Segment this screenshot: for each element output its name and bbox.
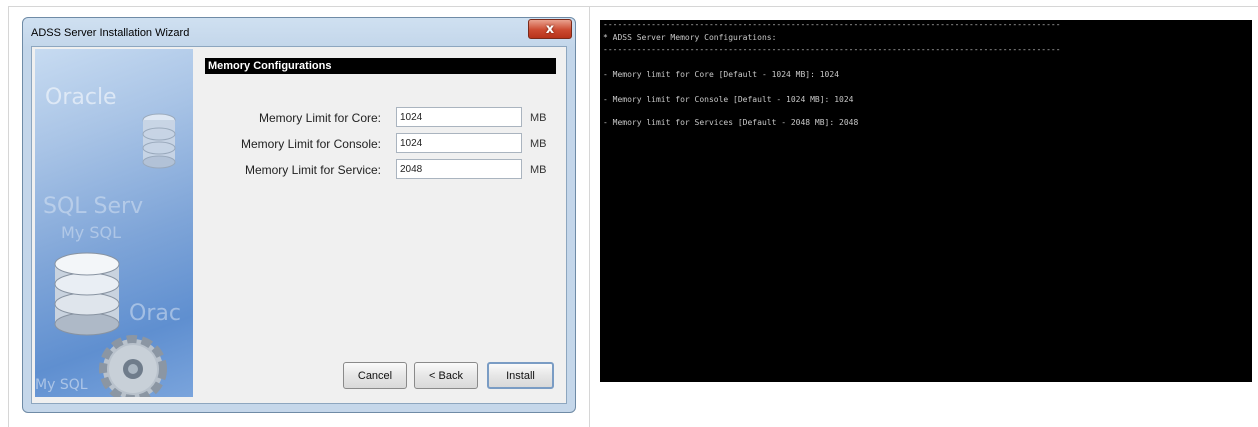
- cancel-button[interactable]: Cancel: [343, 362, 407, 389]
- frame-divider: [589, 6, 590, 427]
- console-line-core: - Memory limit for Core [Default - 1024 …: [603, 70, 840, 79]
- window-title: ADSS Server Installation Wizard: [31, 27, 190, 39]
- close-icon: x: [545, 21, 555, 37]
- gear-icon: [99, 335, 167, 397]
- console-separator-bottom: ----------------------------------------…: [603, 45, 1061, 54]
- frame-top-border: [8, 6, 1258, 7]
- console-memory-input[interactable]: [396, 133, 522, 153]
- back-button[interactable]: < Back: [414, 362, 478, 389]
- installation-wizard-window: ADSS Server Installation Wizard x Oracle…: [22, 17, 576, 413]
- console-memory-unit: MB: [530, 138, 547, 150]
- core-memory-unit: MB: [530, 112, 547, 124]
- large-database-icon: [54, 252, 120, 336]
- console-memory-label: Memory Limit for Console:: [240, 137, 381, 151]
- frame-left-border: [8, 6, 9, 427]
- panel-heading: Memory Configurations: [205, 58, 556, 74]
- service-memory-label: Memory Limit for Service:: [244, 163, 381, 177]
- console-window: ----------------------------------------…: [600, 20, 1252, 382]
- service-memory-unit: MB: [530, 164, 547, 176]
- wizard-client-area: Oracle SQL Serv My SQL Orac My SQL Memor…: [31, 46, 567, 404]
- core-memory-input[interactable]: [396, 107, 522, 127]
- console-line-console: - Memory limit for Console [Default - 10…: [603, 95, 854, 104]
- database-graphics: [54, 113, 176, 397]
- core-memory-label: Memory Limit for Core:: [258, 111, 381, 125]
- database-cylinder-icon: [142, 113, 176, 169]
- service-memory-input[interactable]: [396, 159, 522, 179]
- console-separator-top: ----------------------------------------…: [603, 20, 1061, 29]
- console-heading: * ADSS Server Memory Configurations:: [603, 33, 777, 42]
- console-line-services: - Memory limit for Services [Default - 2…: [603, 118, 859, 127]
- close-button[interactable]: x: [528, 19, 572, 39]
- install-button[interactable]: Install: [487, 362, 554, 389]
- database-banner-image: Oracle SQL Serv My SQL Orac My SQL: [35, 49, 193, 397]
